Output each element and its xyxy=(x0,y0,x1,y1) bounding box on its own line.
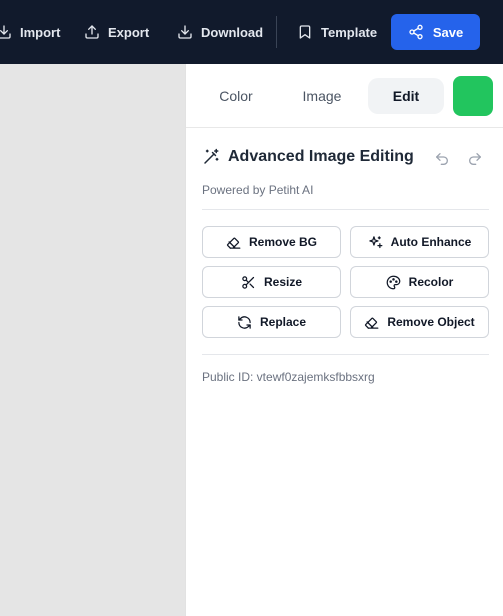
replace-label: Replace xyxy=(259,315,307,329)
download-label: Download xyxy=(201,24,264,40)
remove-bg-label: Remove BG xyxy=(248,235,318,249)
download-button[interactable]: Download xyxy=(177,0,263,64)
divider xyxy=(202,209,489,210)
section-header: Advanced Image Editing xyxy=(202,148,414,166)
refresh-icon xyxy=(238,315,251,329)
undo-icon[interactable] xyxy=(434,151,450,167)
eraser-icon xyxy=(226,237,241,249)
color-swatch[interactable] xyxy=(453,76,493,116)
palette-icon xyxy=(386,275,401,289)
recolor-label: Recolor xyxy=(408,275,454,289)
export-label: Export xyxy=(108,24,150,40)
resize-button[interactable]: Resize xyxy=(202,266,341,298)
export-button[interactable]: Export xyxy=(84,0,149,64)
tab-edit[interactable]: Edit xyxy=(368,78,444,114)
magic-wand-icon xyxy=(204,148,219,164)
remove-bg-button[interactable]: Remove BG xyxy=(202,226,341,258)
import-button[interactable]: Import xyxy=(0,0,60,64)
divider xyxy=(202,354,489,355)
import-icon xyxy=(0,25,11,39)
download-icon xyxy=(178,25,192,39)
save-button[interactable]: Save xyxy=(391,14,480,50)
remove-object-label: Remove Object xyxy=(387,315,475,329)
import-label: Import xyxy=(20,24,61,40)
upload-icon xyxy=(85,25,99,39)
auto-enhance-button[interactable]: Auto Enhance xyxy=(350,226,489,258)
resize-label: Resize xyxy=(263,275,303,289)
redo-icon[interactable] xyxy=(467,151,483,167)
bookmark-icon xyxy=(299,25,311,39)
save-label: Save xyxy=(432,24,464,40)
top-toolbar: Import Export Download Template Save xyxy=(0,0,503,64)
toolbar-divider xyxy=(276,16,277,48)
section-title: Advanced Image Editing xyxy=(228,148,414,165)
eraser-icon xyxy=(365,317,379,329)
sparkles-icon xyxy=(368,235,383,248)
auto-enhance-label: Auto Enhance xyxy=(390,235,472,249)
template-label: Template xyxy=(321,24,378,40)
recolor-button[interactable]: Recolor xyxy=(350,266,489,298)
tab-color[interactable]: Color xyxy=(204,78,268,114)
remove-object-button[interactable]: Remove Object xyxy=(350,306,489,338)
edit-panel: Color Image Edit Advanced Image Editing … xyxy=(185,64,503,616)
public-id-text: Public ID: vtewf0zajemksfbbsxrg xyxy=(202,370,375,384)
share-icon xyxy=(409,24,423,40)
panel-tabbar: Color Image Edit xyxy=(186,64,503,128)
template-button[interactable]: Template xyxy=(297,0,377,64)
canvas-area[interactable] xyxy=(0,64,185,616)
scissors-icon xyxy=(242,275,255,289)
replace-button[interactable]: Replace xyxy=(202,306,341,338)
tab-image[interactable]: Image xyxy=(286,78,358,114)
powered-by-text: Powered by Petiht AI xyxy=(202,183,314,197)
